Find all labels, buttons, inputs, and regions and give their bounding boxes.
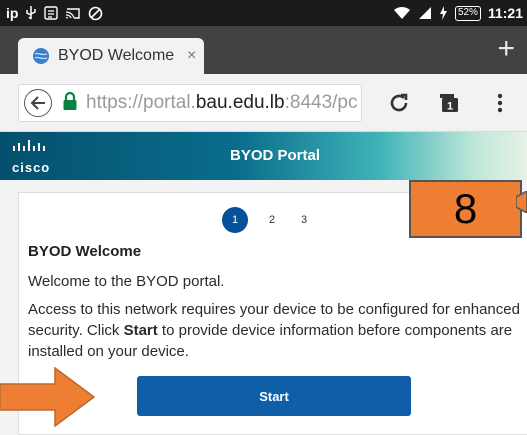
address-bar-row: https://portal.bau.edu.lb:8443/pc 1 <box>0 74 527 132</box>
url-suffix: :8443/pc <box>284 92 358 113</box>
back-button[interactable] <box>24 89 52 117</box>
card-title: BYOD Welcome <box>28 243 142 260</box>
signal-icon <box>418 4 432 22</box>
new-tab-button[interactable]: + <box>497 32 515 66</box>
carrier-label: ip <box>6 5 19 21</box>
notes-icon <box>44 4 59 22</box>
welcome-text: Welcome to the BYOD portal. <box>28 273 225 290</box>
step-2: 2 <box>268 214 276 226</box>
wifi-icon <box>393 4 411 22</box>
tab-title: BYOD Welcome <box>58 47 175 64</box>
browser-tab[interactable]: BYOD Welcome × <box>18 38 204 74</box>
favicon-icon <box>32 47 50 65</box>
start-button[interactable]: Start <box>137 376 411 416</box>
portal-title: BYOD Portal <box>230 147 321 164</box>
step-3: 3 <box>300 214 308 226</box>
annotation-step-number: 8 <box>409 180 522 238</box>
cisco-logo: cisco <box>12 140 56 175</box>
cisco-bars-icon <box>13 140 45 151</box>
annotation-right-arrow-icon <box>0 367 96 427</box>
tab-count: 1 <box>447 101 453 113</box>
lock-icon <box>62 91 78 116</box>
instructions-bold: Start <box>123 322 158 339</box>
url-prefix: https://portal. <box>86 92 196 113</box>
status-left: ip <box>6 4 103 22</box>
tab-close-icon[interactable]: × <box>187 47 196 65</box>
instructions-text: Access to this network requires your dev… <box>28 299 523 362</box>
back-arrow-icon <box>30 96 45 110</box>
portal-header: cisco BYOD Portal <box>0 132 527 180</box>
reload-icon[interactable] <box>388 92 410 119</box>
battery-indicator: 52% <box>454 5 481 21</box>
vpn-icon <box>88 4 103 22</box>
status-right: 52% 11:21 <box>393 4 523 22</box>
url-host: bau.edu.lb <box>195 92 285 113</box>
annotation-pointer-arrow-icon <box>516 191 527 213</box>
tab-switcher-button[interactable]: 1 <box>438 92 460 119</box>
cast-icon <box>65 4 81 22</box>
url-bar[interactable]: https://portal.bau.edu.lb:8443/pc <box>18 84 362 122</box>
brand-name: cisco <box>12 160 51 175</box>
step-1: 1 <box>222 207 248 233</box>
url-text: https://portal.bau.edu.lb:8443/pc <box>86 92 358 114</box>
status-bar: ip 52% 11:21 <box>0 0 527 26</box>
tab-strip: BYOD Welcome × + <box>0 26 527 74</box>
more-menu-icon[interactable] <box>497 92 503 119</box>
clock: 11:21 <box>487 5 523 21</box>
charging-icon <box>439 4 448 22</box>
usb-icon <box>25 4 37 22</box>
